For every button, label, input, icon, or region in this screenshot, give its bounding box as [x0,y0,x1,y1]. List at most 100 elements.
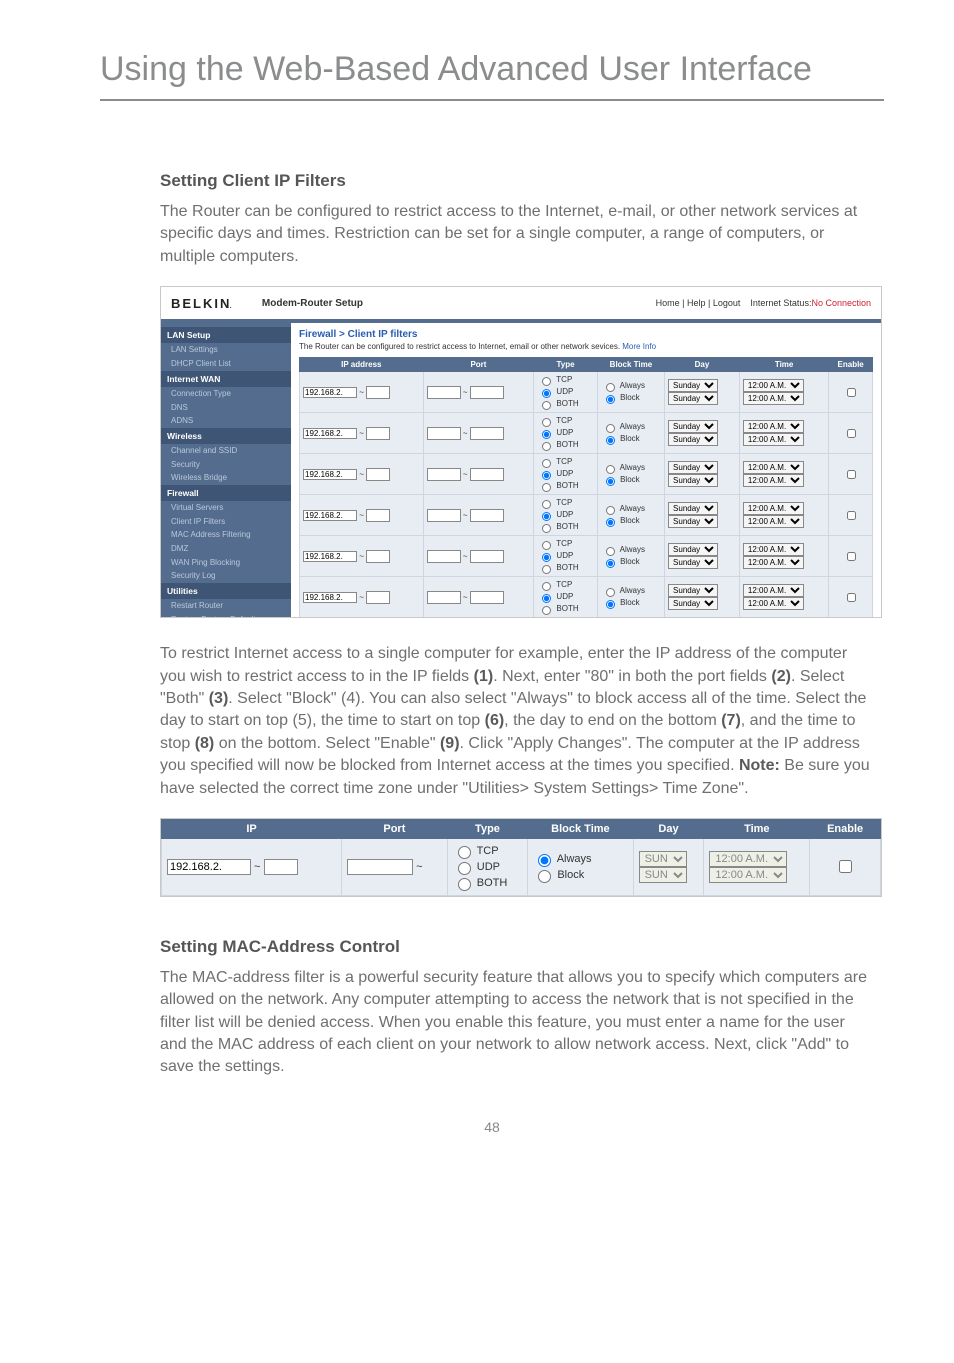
both-radio[interactable] [542,565,551,574]
sidebar-item[interactable]: Client IP Filters [161,515,291,529]
tcp-radio[interactable] [542,500,551,509]
time-start-select[interactable]: 12:00 A.M. [743,461,804,474]
both-radio[interactable] [542,483,551,492]
enable-checkbox[interactable] [839,860,852,873]
udp-radio[interactable] [542,471,551,480]
both-radio[interactable] [542,606,551,615]
port-from-input[interactable] [427,591,461,604]
ip-octet-input[interactable] [366,468,390,481]
time-end-select[interactable]: 12:00 A.M. [743,515,804,528]
tcp-radio[interactable] [542,541,551,550]
day-start-select[interactable]: Sunday [668,379,718,392]
ip-prefix-input[interactable] [303,428,357,439]
day-start-select[interactable]: Sunday [668,420,718,433]
enable-checkbox[interactable] [847,470,856,479]
udp-radio[interactable] [458,862,471,875]
sidebar-item[interactable]: Connection Type [161,387,291,401]
sidebar-item[interactable]: Security Log [161,569,291,583]
nav-links[interactable]: Home | Help | Logout [656,298,741,308]
sidebar-item[interactable]: LAN Settings [161,343,291,357]
port-to-input[interactable] [470,386,504,399]
ip-octet-input[interactable] [366,591,390,604]
time-start-select[interactable]: 12:00 A.M. [743,543,804,556]
ip-octet-input[interactable] [366,550,390,563]
port-to-input[interactable] [470,550,504,563]
day-end-select[interactable]: Sunday [668,597,718,610]
both-radio[interactable] [542,524,551,533]
day-start-select[interactable]: Sunday [668,502,718,515]
ip-prefix-input[interactable] [167,859,251,875]
day-end-select[interactable]: Sunday [668,474,718,487]
always-radio[interactable] [606,506,615,515]
port-input[interactable] [347,859,413,875]
sidebar-item[interactable]: DHCP Client List [161,357,291,371]
port-to-input[interactable] [470,427,504,440]
both-radio[interactable] [542,401,551,410]
day-end-select[interactable]: Sunday [668,392,718,405]
sidebar-item[interactable]: DNS [161,401,291,415]
block-radio[interactable] [606,600,615,609]
port-from-input[interactable] [427,550,461,563]
day-end-select[interactable]: Sunday [668,556,718,569]
port-to-input[interactable] [470,591,504,604]
enable-checkbox[interactable] [847,552,856,561]
udp-radio[interactable] [542,594,551,603]
tcp-radio[interactable] [542,459,551,468]
day-start-select[interactable]: Sunday [668,461,718,474]
time-start-select[interactable]: 12:00 A.M. [743,502,804,515]
always-radio[interactable] [606,383,615,392]
day-start-select[interactable]: Sunday [668,584,718,597]
block-radio[interactable] [606,395,615,404]
ip-prefix-input[interactable] [303,592,357,603]
block-radio[interactable] [606,559,615,568]
ip-prefix-input[interactable] [303,510,357,521]
time-end-select[interactable]: 12:00 A.M. [743,597,804,610]
time-end-select[interactable]: 12:00 A.M. [743,433,804,446]
port-to-input[interactable] [470,509,504,522]
sidebar-item[interactable]: WAN Ping Blocking [161,556,291,570]
ip-octet-input[interactable] [366,509,390,522]
tcp-radio[interactable] [542,418,551,427]
ip-octet-input[interactable] [264,859,298,875]
time-end-select[interactable]: 12:00 A.M. [743,392,804,405]
time-start-select[interactable]: 12:00 A.M. [743,420,804,433]
udp-radio[interactable] [542,389,551,398]
time-start-select[interactable]: 12:00 A.M. [709,851,787,867]
ip-octet-input[interactable] [366,386,390,399]
sidebar-item[interactable]: DMZ [161,542,291,556]
day-start-select[interactable]: Sunday [668,543,718,556]
both-radio[interactable] [458,878,471,891]
both-radio[interactable] [542,442,551,451]
always-radio[interactable] [606,588,615,597]
always-radio[interactable] [606,547,615,556]
enable-checkbox[interactable] [847,511,856,520]
sidebar-item[interactable]: Channel and SSID [161,444,291,458]
day-end-select[interactable]: Sunday [668,433,718,446]
always-radio[interactable] [606,424,615,433]
always-radio[interactable] [606,465,615,474]
block-radio[interactable] [606,477,615,486]
time-end-select[interactable]: 12:00 A.M. [743,474,804,487]
block-radio[interactable] [606,436,615,445]
enable-checkbox[interactable] [847,429,856,438]
time-end-select[interactable]: 12:00 A.M. [709,867,787,883]
day-end-select[interactable]: SUN [639,867,687,883]
day-start-select[interactable]: SUN [639,851,687,867]
time-start-select[interactable]: 12:00 A.M. [743,584,804,597]
enable-checkbox[interactable] [847,388,856,397]
ip-prefix-input[interactable] [303,551,357,562]
udp-radio[interactable] [542,553,551,562]
tcp-radio[interactable] [458,846,471,859]
sidebar-item[interactable]: Restart Router [161,599,291,613]
day-end-select[interactable]: Sunday [668,515,718,528]
block-radio[interactable] [538,870,551,883]
sidebar-item[interactable]: Virtual Servers [161,501,291,515]
port-from-input[interactable] [427,468,461,481]
port-from-input[interactable] [427,386,461,399]
tcp-radio[interactable] [542,582,551,591]
port-from-input[interactable] [427,509,461,522]
sidebar-item[interactable]: Restore Factory Default [161,613,291,619]
sidebar-item[interactable]: Wireless Bridge [161,471,291,485]
port-to-input[interactable] [470,468,504,481]
udp-radio[interactable] [542,430,551,439]
